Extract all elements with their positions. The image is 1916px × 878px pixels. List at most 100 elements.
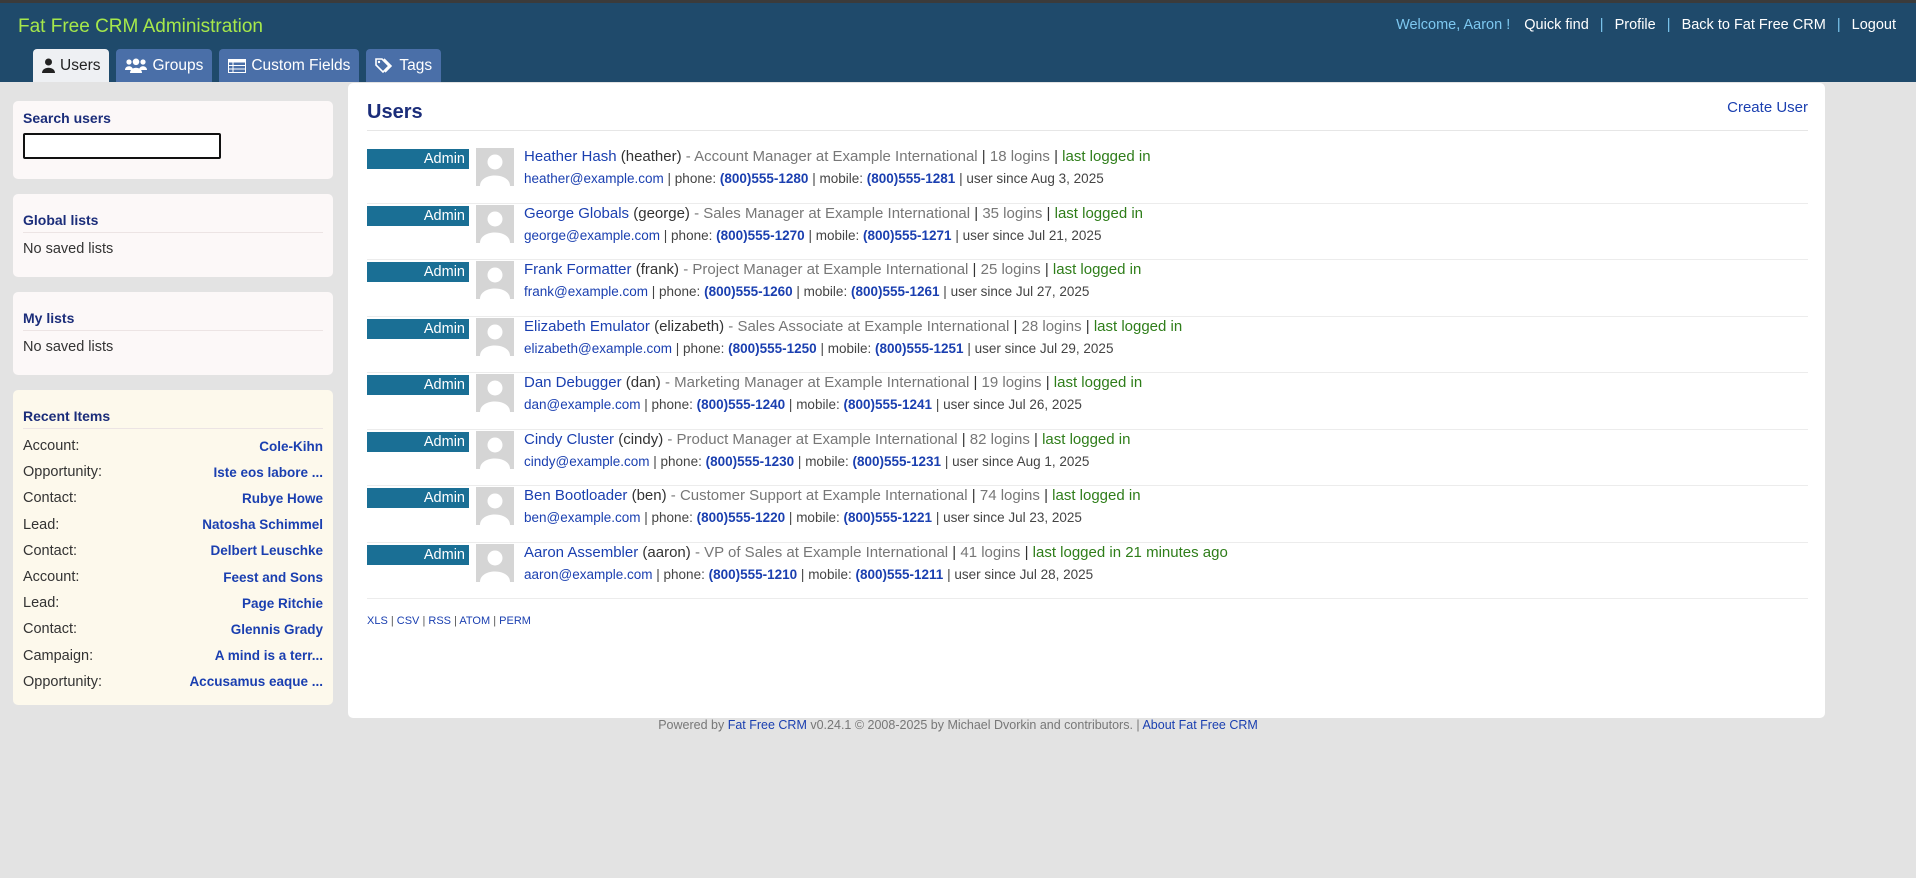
user-phone: (800)555-1230 [705,453,795,469]
recent-item-link[interactable]: Feest and Sons [223,570,323,585]
logout-link[interactable]: Logout [1852,17,1896,33]
user-email-link[interactable]: frank@example.com [524,284,648,299]
recent-item-type: Account: [23,438,80,455]
recent-item-type: Opportunity: [23,464,102,481]
user-summary: Cindy Cluster (cindy) - Product Manager … [524,430,1131,448]
top-nav: Welcome, Aaron ! Quick find | Profile | … [1396,17,1896,33]
quick-find-link[interactable]: Quick find [1524,17,1588,33]
user-name-link[interactable]: Frank Formatter [524,261,632,278]
user-row: Admin Dan Debugger (dan) - Marketing Mana… [367,373,1808,430]
user-username: (elizabeth) [654,317,725,335]
user-name-link[interactable]: Dan Debugger [524,374,622,391]
tab-custom-fields[interactable]: Custom Fields [219,49,360,82]
user-username: (cindy) [618,430,664,448]
user-title: - Account Manager at Example Internation… [685,148,978,165]
export-csv-link[interactable]: CSV [397,615,420,627]
avatar [476,148,514,186]
user-name-link[interactable]: Ben Bootloader [524,487,627,504]
user-name-link[interactable]: Elizabeth Emulator [524,318,650,335]
recent-item: Contact: Glennis Grady [23,616,323,642]
user-since-date: Jul 29, 2025 [1039,340,1114,356]
recent-items-box: Recent Items Account: Cole-Kihn Opportunit… [13,390,333,705]
admin-badge: Admin [367,544,469,565]
user-last-login: last logged in [1053,374,1143,391]
user-name-link[interactable]: George Globals [524,205,629,222]
recent-item-link[interactable]: Iste eos labore ... [213,465,323,480]
about-link[interactable]: About Fat Free CRM [1142,718,1257,732]
footer-product-link[interactable]: Fat Free CRM [728,718,807,732]
recent-item: Account: Cole-Kihn [23,433,323,459]
user-since-label: user since [943,397,1005,412]
tab-groups[interactable]: Groups [116,49,213,82]
user-mobile: (800)555-1241 [843,397,933,412]
recent-item-type: Account: [23,569,80,586]
recent-item-link[interactable]: Natosha Schimmel [202,517,323,532]
phone-label: phone: [651,397,693,412]
export-rss-link[interactable]: RSS [428,615,451,627]
avatar-placeholder-icon [476,204,514,243]
tab-users[interactable]: Users [33,49,110,82]
mobile-label: mobile: [827,340,872,356]
footer-copyright: v0.24.1 © 2008-2025 by Michael Dvorkin a… [810,718,1140,732]
recent-item-type: Lead: [23,595,60,612]
mobile-label: mobile: [815,227,860,243]
tab-tags[interactable]: Tags [366,49,442,82]
profile-link[interactable]: Profile [1615,17,1656,33]
user-email-link[interactable]: ben@example.com [524,510,641,525]
recent-item-link[interactable]: Cole-Kihn [259,439,323,454]
recent-item: Lead: Natosha Schimmel [23,512,323,538]
user-phone: (800)555-1220 [696,510,786,525]
create-user-link[interactable]: Create User [1727,99,1808,116]
user-contact: frank@example.com | phone: (800)555-1260… [524,284,1090,299]
recent-item-link[interactable]: Delbert Leuschke [210,543,323,558]
user-since-label: user since [966,171,1028,186]
export-perm-link[interactable]: PERM [499,615,531,627]
user-row: Admin Elizabeth Emulator (elizabeth) - Sa… [367,317,1808,373]
user-contact: dan@example.com | phone: (800)555-1240 |… [524,397,1082,412]
user-name-link[interactable]: Aaron Assembler [524,544,638,561]
recent-item-link[interactable]: Accusamus eaque ... [189,674,323,689]
user-email-link[interactable]: heather@example.com [524,171,664,186]
user-since-label: user since [954,566,1016,582]
title-divider [367,130,1808,131]
user-username: (dan) [625,374,661,391]
recent-item-link[interactable]: Rubye Howe [242,491,323,506]
mobile-label: mobile: [805,453,849,469]
mobile-label: mobile: [819,171,863,186]
user-summary: Ben Bootloader (ben) - Customer Support … [524,487,1141,504]
recent-item-link[interactable]: A mind is a terr... [215,648,323,663]
user-phone: (800)555-1210 [708,566,798,582]
user-mobile: (800)555-1251 [875,340,964,356]
recent-item-type: Contact: [23,542,77,559]
user-email-link[interactable]: elizabeth@example.com [524,341,672,356]
recent-item-link[interactable]: Page Ritchie [242,596,323,611]
user-email-link[interactable]: cindy@example.com [524,454,650,469]
user-row: Admin George Globals (george) - Sales Man… [367,204,1808,260]
user-phone: (800)555-1270 [716,227,805,243]
user-since-label: user since [950,284,1013,299]
recent-item-link[interactable]: Glennis Grady [231,622,323,637]
export-atom-link[interactable]: ATOM [459,615,490,627]
user-email-link[interactable]: george@example.com [524,228,660,243]
admin-badge: Admin [367,318,469,339]
user-since-label: user since [952,453,1014,469]
back-to-crm-link[interactable]: Back to Fat Free CRM [1682,17,1826,33]
user-name-link[interactable]: Heather Hash [524,148,617,165]
tab-label: Users [60,56,101,74]
user-name-link[interactable]: Cindy Cluster [524,431,614,448]
recent-item-type: Lead: [23,516,60,533]
export-xls-link[interactable]: XLS [367,615,388,627]
recent-item: Opportunity: Accusamus eaque ... [23,669,323,695]
user-phone: (800)555-1260 [704,284,793,299]
user-summary: Elizabeth Emulator (elizabeth) - Sales A… [524,317,1183,335]
my-lists-title: My lists [23,310,323,331]
users-icon [125,58,148,73]
user-logins: 82 logins [969,430,1030,448]
admin-badge: Admin [367,488,469,508]
user-logins: 35 logins [982,204,1043,222]
user-email-link[interactable]: aaron@example.com [524,567,653,582]
user-email-link[interactable]: dan@example.com [524,397,641,412]
user-since-label: user since [974,340,1037,356]
avatar [476,317,514,356]
search-users-input[interactable] [23,133,221,159]
